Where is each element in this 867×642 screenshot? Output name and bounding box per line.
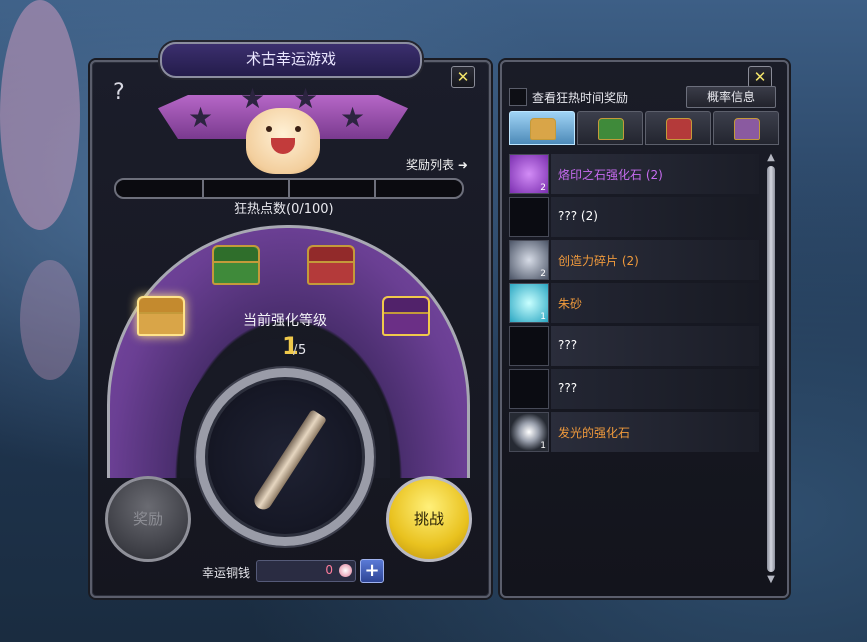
mascot-eye	[295, 126, 301, 132]
add-coin-button[interactable]: +	[360, 559, 384, 583]
cyan-gem-icon[interactable]: 1	[509, 283, 549, 323]
row-background	[551, 283, 759, 323]
item-name: 发光的强化石	[558, 426, 631, 440]
fever-points-label: 狂热点数(0/100)	[234, 202, 334, 217]
fever-reward-checkbox[interactable]	[509, 88, 527, 106]
green-chest-icon[interactable]	[212, 245, 260, 285]
scroll-down-icon[interactable]: ▼	[764, 574, 778, 586]
fever-reward-checkbox-label: 查看狂热时间奖励	[532, 91, 629, 105]
star-icon: ★	[188, 101, 214, 134]
reward-list-label: 奖励列表	[406, 158, 455, 172]
list-item: ???	[509, 325, 759, 368]
list-item: ???	[509, 368, 759, 411]
reward-list-scrollbar[interactable]: ▲ ▼	[764, 152, 778, 586]
crystal-fragment-icon[interactable]: 2	[509, 240, 549, 280]
help-icon[interactable]: ?	[113, 80, 125, 105]
fever-progress-bar	[114, 178, 464, 199]
list-item: 2 烙印之石强化石 (2)	[509, 153, 759, 196]
ornate-purple-chest-icon[interactable]	[382, 296, 430, 336]
scroll-track[interactable]	[767, 166, 775, 572]
item-count: 1	[540, 441, 546, 451]
unknown-icon[interactable]	[509, 326, 549, 366]
star-icon: ★	[240, 82, 266, 115]
row-background	[551, 369, 759, 409]
glowing-stone-icon[interactable]: 1	[509, 412, 549, 452]
probability-info-button[interactable]: 概率信息	[686, 86, 776, 108]
list-item: ??? (2)	[509, 196, 759, 239]
chest-lid	[384, 298, 428, 314]
item-count: 1	[540, 312, 546, 322]
chest-lid	[139, 298, 183, 314]
close-button[interactable]: ✕	[451, 66, 475, 88]
green-chest-icon	[598, 118, 624, 140]
enhance-level-label: 当前强化等级	[243, 313, 327, 329]
gold-chest-icon	[530, 118, 556, 140]
item-name: ???	[558, 338, 578, 352]
unknown-icon[interactable]	[509, 197, 549, 237]
close-button[interactable]: ✕	[748, 66, 772, 88]
row-background	[551, 326, 759, 366]
enhance-level-max: 5	[298, 343, 307, 358]
fever-bar-divider	[202, 180, 204, 197]
red-chest-icon	[666, 118, 692, 140]
tab-red-chest[interactable]	[645, 111, 711, 145]
item-name: 烙印之石强化石 (2)	[558, 168, 663, 182]
chest-lid	[309, 247, 353, 263]
list-item: 1 发光的强化石	[509, 411, 759, 454]
window-title: 术古幸运游戏	[160, 42, 422, 78]
list-item: 2 创造力碎片 (2)	[509, 239, 759, 282]
red-chest-icon[interactable]	[307, 245, 355, 285]
scroll-thumb[interactable]	[767, 166, 775, 572]
gold-chest-icon[interactable]	[137, 296, 185, 336]
lucky-coin-label: 幸运铜钱	[202, 566, 251, 580]
item-count: 2	[540, 269, 546, 279]
item-name: ??? (2)	[558, 209, 598, 223]
reward-list-link[interactable]: 奖励列表 ➜	[406, 156, 468, 173]
ornate-chest-icon	[734, 118, 760, 140]
mascot-eye	[266, 126, 272, 132]
challenge-button[interactable]: 挑战	[386, 476, 472, 562]
tab-gold-chest[interactable]	[509, 111, 575, 145]
arrow-right-icon: ➜	[457, 158, 468, 172]
scroll-up-icon[interactable]: ▲	[764, 152, 778, 164]
chest-lid	[214, 247, 258, 263]
reward-button[interactable]: 奖励	[105, 476, 191, 562]
tab-ornate-chest[interactable]	[713, 111, 779, 145]
item-name: 创造力碎片 (2)	[558, 254, 639, 268]
background-blossom	[0, 0, 80, 230]
lucky-coin-value: 0	[325, 563, 333, 577]
fever-bar-divider	[288, 180, 290, 197]
item-count: 2	[540, 183, 546, 193]
tab-green-chest[interactable]	[577, 111, 643, 145]
background-blossom	[20, 260, 80, 380]
item-name: 朱砂	[558, 297, 583, 311]
purple-seal-stone-icon[interactable]: 2	[509, 154, 549, 194]
reward-list: 2 烙印之石强化石 (2) ??? (2) 2 创造力碎片 (2) 1 朱砂 ?…	[509, 153, 759, 454]
list-item: 1 朱砂	[509, 282, 759, 325]
lucky-coin-field: 0	[256, 560, 356, 582]
fever-bar-divider	[374, 180, 376, 197]
item-name: ???	[558, 381, 578, 395]
coin-icon	[339, 564, 352, 577]
unknown-icon[interactable]	[509, 369, 549, 409]
star-icon: ★	[340, 101, 366, 134]
enhance-level-separator: /	[293, 343, 298, 358]
